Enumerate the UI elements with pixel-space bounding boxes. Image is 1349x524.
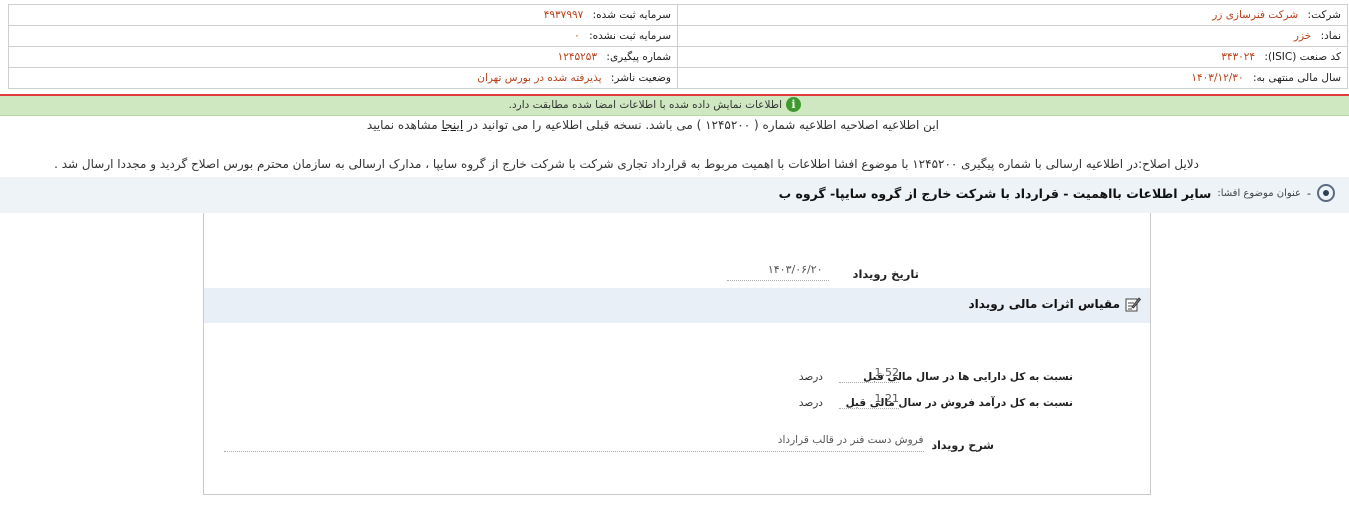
unregistered-capital-label: سرمایه ثبت نشده: [589, 30, 671, 42]
company-value: شرکت فنرسازی زر [1212, 9, 1299, 21]
subject-value: سایر اطلاعات بااهمیت - قرارداد با شرکت خ… [778, 185, 1212, 201]
tracking-label: شماره پیگیری: [606, 51, 671, 63]
details-panel [203, 213, 1151, 495]
isic-cell: کد صنعت (ISIC): ۳۴۳۰۲۴ [677, 46, 1348, 68]
registered-capital-value: ۴۹۳۷۹۹۷ [543, 9, 584, 21]
info-icon: i [786, 97, 801, 112]
subject-label: عنوان موضوع افشا: [1217, 187, 1302, 199]
isic-label: کد صنعت (ISIC): [1264, 51, 1341, 63]
previous-version-link[interactable]: اینجا [441, 118, 463, 132]
revenue-ratio-value: 1.21 [839, 392, 899, 409]
event-description-row: شرح رویداد فروش دست فنر در قالب قرارداد [223, 434, 995, 452]
disclosure-subject: - عنوان موضوع افشا: سایر اطلاعات بااهمیت… [779, 184, 1335, 202]
fiscal-year-value: ۱۴۰۳/۱۲/۳۰ [1191, 72, 1244, 84]
notice-text-after: مشاهده نمایید [366, 118, 438, 132]
verification-bar: i اطلاعات نمایش داده شده با اطلاعات امضا… [0, 96, 1349, 116]
revenue-ratio-unit: درصد [798, 397, 823, 409]
event-description-label: شرح رویداد [931, 439, 995, 452]
isic-value: ۳۴۳۰۲۴ [1221, 51, 1256, 63]
event-description-value: فروش دست فنر در قالب قرارداد [223, 434, 924, 452]
unregistered-capital-cell: سرمایه ثبت نشده: ۰ [8, 25, 678, 47]
company-cell: شرکت: شرکت فنرسازی زر [677, 4, 1348, 26]
symbol-label: نماد: [1320, 30, 1341, 42]
registered-capital-cell: سرمایه ثبت شده: ۴۹۳۷۹۹۷ [8, 4, 678, 26]
event-date-label: تاریخ رویداد [852, 267, 919, 281]
revenue-ratio-row: نسبت به کل درآمد فروش در سال مالی قبل 1.… [799, 392, 1073, 409]
fiscal-year-cell: سال مالی منتهی به: ۱۴۰۳/۱۲/۳۰ [677, 67, 1348, 89]
notice-text-before: این اطلاعیه اصلاحیه اطلاعیه شماره ( ۱۲۴۵… [467, 118, 939, 132]
fiscal-year-label: سال مالی منتهی به: [1252, 72, 1341, 84]
event-date-value: ۱۴۰۳/۰۶/۲۰ [726, 263, 829, 281]
unregistered-capital-value: ۰ [574, 30, 580, 42]
tracking-cell: شماره پیگیری: ۱۲۴۵۲۵۳ [8, 46, 678, 68]
financial-section-title: مقیاس اثرات مالی رویداد [969, 296, 1141, 312]
financial-section-heading: مقیاس اثرات مالی رویداد [968, 297, 1120, 311]
assets-ratio-unit: درصد [798, 371, 823, 383]
company-header-table: شرکت: شرکت فنرسازی زر سرمایه ثبت شده: ۴۹… [8, 4, 1348, 89]
correction-notice: این اطلاعیه اصلاحیه اطلاعیه شماره ( ۱۲۴۵… [367, 118, 939, 132]
symbol-value: خزر [1293, 30, 1312, 42]
company-label: شرکت: [1307, 9, 1341, 21]
assets-ratio-label: نسبت به کل دارایی ها در سال مالی قبل [863, 371, 1073, 383]
event-date-row: تاریخ رویداد ۱۴۰۳/۰۶/۲۰ [726, 263, 919, 281]
publisher-status-label: وضعیت ناشر: [610, 72, 671, 84]
revenue-ratio-label: نسبت به کل درآمد فروش در سال مالی قبل [845, 397, 1073, 409]
publisher-status-value: پذیرفته شده در بورس تهران [477, 72, 602, 84]
edit-note-icon [1125, 297, 1141, 312]
correction-reasons: دلایل اصلاح:در اطلاعیه ارسالی با شماره پ… [54, 157, 1199, 171]
assets-ratio-value: 1.52 [839, 366, 899, 383]
assets-ratio-row: نسبت به کل دارایی ها در سال مالی قبل 1.5… [799, 366, 1073, 383]
symbol-cell: نماد: خزر [677, 25, 1348, 47]
verification-text: اطلاعات نمایش داده شده با اطلاعات امضا ش… [508, 98, 782, 111]
dash-separator: - [1307, 186, 1311, 200]
publisher-status-cell: وضعیت ناشر: پذیرفته شده در بورس تهران [8, 67, 678, 89]
tracking-value: ۱۲۴۵۲۵۳ [557, 51, 598, 63]
registered-capital-label: سرمایه ثبت شده: [592, 9, 671, 21]
target-icon [1317, 184, 1335, 202]
